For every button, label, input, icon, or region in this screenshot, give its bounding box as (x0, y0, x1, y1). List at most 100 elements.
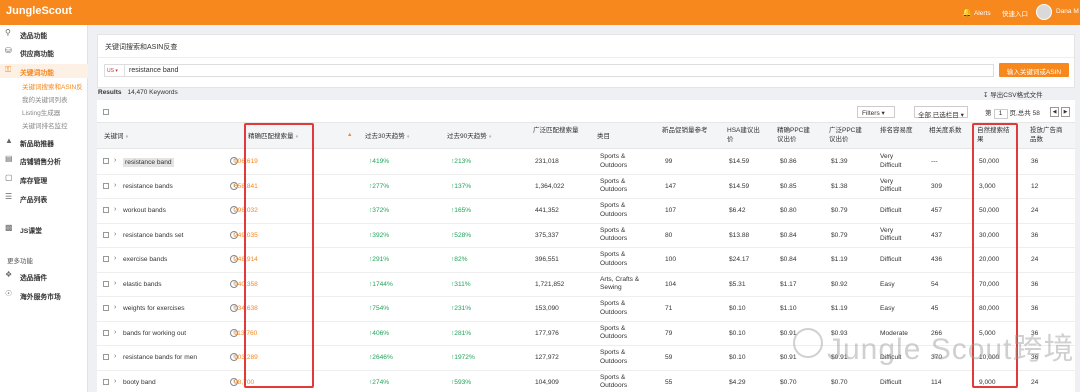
row-checkbox[interactable] (103, 182, 109, 189)
expand-chevron-icon[interactable]: › (114, 182, 116, 189)
search-button[interactable]: 输入关键词或ASIN (999, 63, 1069, 77)
col-exact-volume[interactable]: 精确匹配搜索量 ♦ (248, 132, 298, 142)
sidebar-subitem-listing-builder[interactable]: Listing生成器 (22, 107, 60, 117)
cell-promo: 80 (665, 231, 673, 239)
col-keyword[interactable]: 关键词 ♦ (104, 132, 128, 142)
cell-exact-ppc: $0.84 (780, 256, 797, 263)
col-promo[interactable]: 新品促销量参考 (662, 126, 714, 135)
cell-exact-volume: 98,700 (234, 378, 255, 386)
expand-chevron-icon[interactable]: › (114, 206, 116, 213)
table-row[interactable]: › elastic bands i 140,358 ↑1744% ↑311% 1,721,8… (97, 273, 1075, 297)
cell-keyword[interactable]: weights for exercises (123, 305, 185, 312)
expand-chevron-icon[interactable]: › (114, 304, 116, 311)
sidebar-subitem-keyword-search[interactable]: 关键词搜索和ASIN反 (22, 81, 83, 91)
username[interactable]: Dana M (1056, 8, 1079, 15)
sidebar-item-marketplace[interactable]: ☉ 海外服务市场 (0, 288, 88, 302)
row-checkbox[interactable] (103, 329, 109, 336)
expand-chevron-icon[interactable]: › (114, 157, 116, 164)
row-checkbox[interactable] (103, 158, 109, 164)
cell-hsa-bid: $4.29 (729, 378, 746, 386)
cell-broad-volume: 104,909 (535, 378, 559, 386)
marketplace-select[interactable]: US ▾ (104, 64, 126, 77)
col-hsa-bid[interactable]: HSA建议出价 (727, 126, 761, 144)
sidebar-item-inventory[interactable]: ▢ 库存管理 (0, 172, 88, 186)
sidebar-item-sales-analytics[interactable]: ▤ 店铺销售分析 (0, 153, 88, 167)
cell-relevancy: 309 (931, 182, 943, 190)
col-broad-volume[interactable]: 广泛匹配搜索量 (533, 126, 589, 135)
avatar[interactable] (1036, 4, 1052, 20)
cell-keyword[interactable]: resistance band (123, 158, 174, 167)
sidebar-item-product-research[interactable]: ⚲ 选品功能 (0, 27, 88, 41)
cell-keyword[interactable]: resistance bands set (123, 232, 183, 239)
col-organic[interactable]: 自然搜索结果 (977, 126, 1011, 144)
row-checkbox[interactable] (103, 378, 109, 385)
sidebar-item-extension[interactable]: ❖ 选品插件 (0, 269, 88, 283)
alerts-button[interactable]: 🔔 Alerts (962, 8, 991, 17)
expand-chevron-icon[interactable]: › (114, 378, 116, 385)
cell-keyword[interactable]: booty band (123, 379, 156, 386)
col-relevancy[interactable]: 相关度系数 (929, 126, 963, 135)
row-checkbox[interactable] (103, 256, 109, 262)
search-card: 关键词搜索和ASIN反查 US ▾ resistance band 输入关键词或… (97, 34, 1075, 88)
table-row[interactable]: › resistance band i 106,619 ↑419% ↑213% 231,01… (97, 150, 1075, 175)
table-row[interactable]: › resistance bands i 658,841 ↑277% ↑137% 1,364… (97, 175, 1075, 199)
search-icon: ⚲ (5, 28, 11, 37)
bell-icon: 🔔 (962, 8, 972, 17)
cell-broad-ppc: $1.19 (831, 305, 848, 312)
cell-broad-volume: 177,976 (535, 329, 559, 337)
sort-icon: ▲ (347, 132, 353, 138)
cell-keyword[interactable]: resistance bands (123, 183, 173, 190)
expand-chevron-icon[interactable]: › (114, 353, 116, 360)
cell-trend-90: ↑1972% (451, 354, 475, 361)
table-row[interactable]: › weights for exercises i 134,638 ↑754% ↑231%… (97, 297, 1075, 322)
expand-chevron-icon[interactable]: › (114, 231, 116, 238)
sidebar-subitem-my-keywords[interactable]: 我的关键词列表 (22, 94, 68, 104)
table-row[interactable]: › exercise bands i 248,914 ↑291% ↑82% 396,551 1… (97, 248, 1075, 273)
cell-keyword[interactable]: elastic bands (123, 281, 162, 288)
cell-promo: 99 (665, 158, 673, 165)
cell-trend-90: ↑82% (451, 256, 468, 263)
row-checkbox[interactable] (103, 207, 109, 213)
row-checkbox[interactable] (103, 305, 109, 311)
sidebar-item-supplier[interactable]: ⛁ 供应商功能 (0, 45, 88, 59)
table-row[interactable]: › workout bands i 298,032 ↑372% ↑165% 441,352 1… (97, 199, 1075, 224)
col-category[interactable]: 类目 (597, 132, 610, 141)
cell-keyword[interactable]: bands for working out (123, 330, 186, 337)
sidebar-subitem-rank-tracker[interactable]: 关键词排名监控 (22, 120, 68, 130)
quick-entry-button[interactable]: 快速入口 (1002, 8, 1028, 18)
expand-chevron-icon[interactable]: › (114, 255, 116, 262)
app-logo[interactable]: JungleScout (6, 5, 72, 17)
cell-keyword[interactable]: resistance bands for men (123, 354, 197, 361)
row-checkbox[interactable] (103, 231, 109, 238)
cell-keyword[interactable]: exercise bands (123, 256, 167, 263)
export-csv-link[interactable]: ↧ 导出CSV格式文件 (983, 89, 1043, 99)
col-broad-ppc[interactable]: 广泛PPC建议出价 (829, 126, 863, 144)
cell-category: Sports & Outdoors (600, 251, 628, 267)
search-input[interactable]: resistance band (124, 64, 994, 77)
prev-page-button[interactable]: ◀ (1050, 107, 1059, 117)
sidebar-item-launch[interactable]: ▲ 新品助推器 (0, 135, 88, 149)
sidebar-item-product-list[interactable]: ☰ 产品列表 (0, 191, 88, 205)
column-select[interactable]: 全部 已选栏目 ▾ (914, 106, 968, 119)
expand-chevron-icon[interactable]: › (114, 280, 116, 287)
cell-broad-volume: 375,337 (535, 231, 559, 239)
sidebar-item-academy[interactable]: ▩ JS课堂 (0, 222, 88, 236)
row-checkbox[interactable] (103, 280, 109, 287)
col-exact-ppc[interactable]: 精确PPC建议出价 (777, 126, 811, 144)
filters-button[interactable]: Filters ▾ (857, 106, 895, 118)
expand-chevron-icon[interactable]: › (114, 329, 116, 336)
col-ads[interactable]: 投放广告商品数 (1030, 126, 1064, 144)
next-page-button[interactable]: ▶ (1061, 107, 1070, 117)
col-trend-30[interactable]: 过去30天趋势 ♦ (365, 132, 410, 142)
cell-keyword[interactable]: workout bands (123, 207, 166, 214)
cell-ads: 36 (1031, 231, 1039, 239)
cell-organic: 3,000 (979, 182, 996, 190)
table-row[interactable]: › booty band i 98,700 ↑274% ↑593% 104,909 55 $4.… (97, 371, 1075, 392)
page-input[interactable]: 1 (993, 109, 1008, 119)
select-all-checkbox[interactable] (103, 109, 109, 115)
sidebar-item-keywords[interactable]: ⚿ 关键词功能 (0, 64, 88, 78)
table-row[interactable]: › resistance bands set i 249,035 ↑392% ↑528% 3… (97, 224, 1075, 248)
col-ease[interactable]: 排名容易度 (880, 126, 914, 135)
col-trend-90[interactable]: 过去90天趋势 ♦ (447, 132, 492, 142)
row-checkbox[interactable] (103, 354, 109, 360)
